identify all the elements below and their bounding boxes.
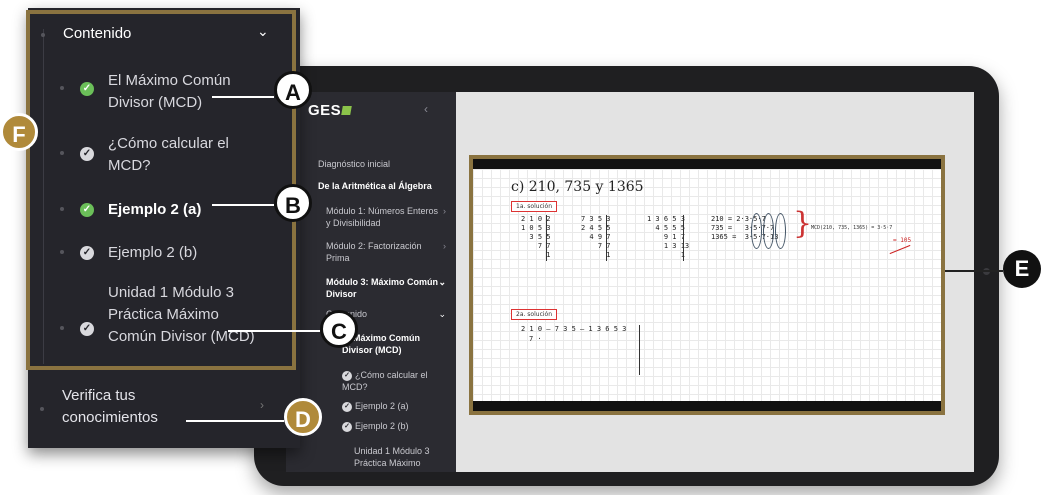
verify-section[interactable]: Verifica tus conocimientos › [28,374,298,444]
sidebar-item-como-calcular[interactable]: ✓ ¿Cómo calcular el MCD? [342,369,446,393]
sidebar-item-mcd[interactable]: El Máximo Común Divisor (MCD) [342,332,446,356]
check-circle-icon: ✓ [80,82,94,96]
menu-dot [60,207,64,211]
menu-dot [60,326,64,330]
chevron-down-icon: ⌄ [438,309,446,319]
sidebar-item-label: ¿Cómo calcular el MCD? [342,370,428,392]
callout-line-a [212,96,274,98]
chevron-left-icon[interactable]: ‹ [424,102,428,116]
video-letterbox-bottom [473,401,941,411]
sidebar-item-practica[interactable]: Unidad 1 Módulo 3 Práctica Máximo [354,445,444,469]
callout-badge-e: E [1003,250,1041,288]
sidebar-item-modulo1[interactable]: Módulo 1: Números Enteros y Divisibilida… [326,205,446,229]
check-circle-icon: ✓ [80,246,94,260]
factor-highlight [775,213,786,249]
callout-badge-d: D [284,398,322,436]
menu-dot [40,407,44,411]
menu-header[interactable]: Contenido [63,25,131,42]
menu-dot [60,86,64,90]
callout-badge-a: A [274,71,312,109]
callout-line-d [186,420,284,422]
menu-dot [60,250,64,254]
check-circle-icon: ✓ [80,203,94,217]
second-solution-row-b: 7 · [529,335,542,343]
check-circle-icon: ✓ [80,147,94,161]
check-circle-icon: ✓ [342,421,352,432]
callout-line-e [945,270,1003,272]
sidebar-item-ejemplo-2a[interactable]: ✓ Ejemplo 2 (a) [342,400,446,412]
sidebar-item-modulo3[interactable]: Módulo 3: Máximo Común Divisor ⌄ [326,276,446,300]
menu-item-mcd[interactable]: El Máximo Común Divisor (MCD) [108,70,258,114]
chevron-down-icon: ⌄ [438,277,446,287]
sidebar-item-label: Módulo 1: Números Enteros y Divisibilida… [326,206,439,228]
result-underline [889,244,911,255]
second-solution-row: 2 1 0 – 7 3 5 – 1 3 6 5 3 [521,325,627,333]
sidebar-item-label: Módulo 2: Factorización Prima [326,241,422,263]
sidebar-item-label: Ejemplo 2 (b) [355,421,409,431]
example-title: c) 210, 735 y 1365 [511,179,644,195]
sidebar-item-ejemplo-2b[interactable]: ✓ Ejemplo 2 (b) [342,420,446,432]
callout-line-b [212,204,274,206]
video-letterbox-top [473,159,941,169]
menu-item-ejemplo-2a[interactable]: Ejemplo 2 (a) [108,199,258,221]
sidebar-item-label: Unidad 1 Módulo 3 Práctica Máximo [354,446,430,468]
menu-item-ejemplo-2b[interactable]: Ejemplo 2 (b) [108,242,258,264]
callout-line-c [228,330,320,332]
second-solution-tag: 2a. solución [511,309,558,320]
factor-highlight [751,213,762,249]
sidebar-item-modulo2[interactable]: Módulo 2: Factorización Prima › [326,240,446,264]
check-circle-icon: ✓ [80,322,94,336]
brace-icon: } [793,206,813,241]
chevron-down-icon[interactable]: ⌄ [257,23,269,40]
division-line [546,215,547,261]
division-line [639,325,640,375]
sidebar-item-label: Ejemplo 2 (a) [355,401,409,411]
sidebar-item-label: Módulo 3: Máximo Común Divisor [326,277,438,299]
callout-badge-b: B [274,184,312,222]
logo-mark-icon [341,105,352,115]
menu-item-como-calcular[interactable]: ¿Cómo calcular el MCD? [108,133,258,177]
menu-dot [60,151,64,155]
menu-dot [41,33,45,37]
mcd-result: = 105 [893,237,912,244]
chevron-right-icon: › [443,241,446,251]
check-circle-icon: ✓ [342,370,352,381]
chevron-right-icon: › [260,398,264,412]
chevron-right-icon: › [443,206,446,216]
sidebar-item-label: El Máximo Común Divisor (MCD) [342,333,421,355]
first-solution-tag: 1a. solución [511,201,558,212]
logo-text: GES [308,101,342,119]
check-circle-icon: ✓ [342,401,352,412]
whiteboard: c) 210, 735 y 1365 1a. solución 2 1 0 2 … [473,169,941,401]
zoomed-content-menu: Contenido ⌄ ✓ El Máximo Común Divisor (M… [26,10,296,370]
mcd-note: MCD(210, 735, 1365) = 3·5·7 [811,225,893,231]
menu-track-line [43,29,44,364]
division-line [683,215,684,261]
division-line [606,215,607,261]
menu-item-practica[interactable]: Unidad 1 Módulo 3 Práctica Máximo Común … [108,282,258,348]
verify-label: Verifica tus conocimientos [62,387,158,426]
app-logo[interactable]: GES [308,99,352,121]
callout-badge-f: F [0,113,38,151]
callout-badge-c: C [320,310,358,348]
video-player[interactable]: c) 210, 735 y 1365 1a. solución 2 1 0 2 … [469,155,945,415]
factor-highlight [763,213,774,249]
